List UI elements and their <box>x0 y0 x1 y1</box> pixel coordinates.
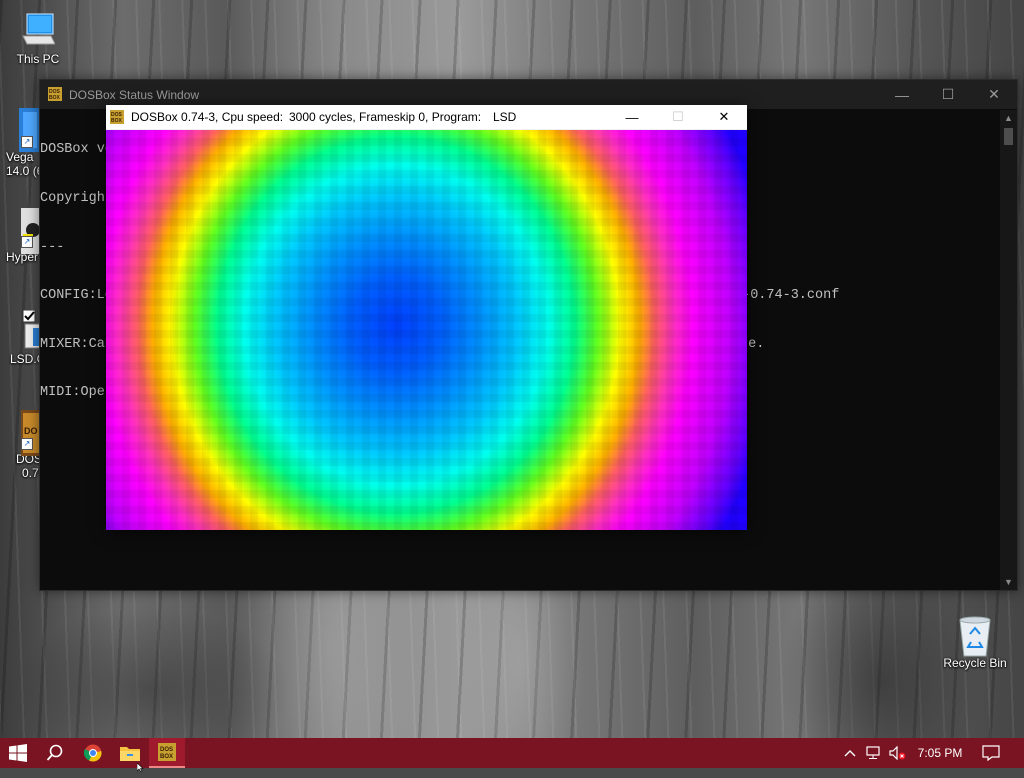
network-icon <box>866 746 880 759</box>
maximize-button[interactable]: ☐ <box>655 105 701 129</box>
dosbox-title-cycles: 3000 cycles, Frameskip 0, Program: <box>289 110 482 124</box>
shortcut-arrow-icon: ↗ <box>21 236 33 248</box>
hyper-icon: ↗ <box>7 208 41 254</box>
shortcut-arrow-icon: ↗ <box>21 136 33 148</box>
minimize-button[interactable]: — <box>879 80 925 109</box>
desktop-icon-label: This PC <box>16 52 60 66</box>
taskbar: DOS BOX 7:05 PM <box>0 738 1024 768</box>
emulator-screen[interactable] <box>106 130 747 530</box>
mouse-cursor <box>136 760 147 778</box>
scroll-up-icon[interactable]: ▲ <box>1000 110 1017 126</box>
status-window-title: DOSBox Status Window <box>69 88 200 102</box>
scrollbar-thumb[interactable] <box>1004 128 1013 145</box>
minimize-button[interactable]: — <box>609 105 655 129</box>
batch-file-icon <box>7 309 42 350</box>
vegas-icon: ↗ <box>7 108 41 152</box>
dosbox-window-titlebar[interactable]: DOS BOX DOSBox 0.74-3, Cpu speed: 3000 cy… <box>106 105 747 130</box>
network-button[interactable] <box>862 738 886 768</box>
desktop-icon-this-pc[interactable]: This PC <box>0 10 76 66</box>
shortcut-arrow-icon: ↗ <box>21 438 33 450</box>
start-button[interactable] <box>0 738 36 768</box>
svg-text:DO: DO <box>24 426 38 436</box>
volume-button[interactable] <box>886 738 910 768</box>
clock[interactable]: 7:05 PM <box>910 738 970 768</box>
taskbar-dosbox[interactable]: DOS BOX <box>149 738 185 768</box>
scroll-down-icon[interactable]: ▼ <box>1000 574 1017 590</box>
chevron-up-icon <box>844 750 856 757</box>
close-button[interactable]: ✕ <box>701 105 747 129</box>
recycle-bin-icon <box>958 614 992 657</box>
svg-text:BOX: BOX <box>111 118 123 124</box>
dosbox-app-icon: DOS BOX <box>48 87 62 101</box>
volume-muted-icon <box>889 746 906 760</box>
computer-icon <box>21 10 56 50</box>
windows-logo-icon <box>9 744 27 762</box>
show-hidden-icons-button[interactable] <box>838 738 862 768</box>
dosbox-icon: DOS BOX <box>158 743 176 761</box>
vertical-scrollbar[interactable]: ▲ ▼ <box>1000 110 1017 590</box>
taskbar-chrome[interactable] <box>75 738 111 768</box>
search-icon <box>46 744 63 761</box>
svg-text:DOS: DOS <box>160 747 173 753</box>
notification-icon <box>982 745 1000 761</box>
desktop-icon-label: Recycle Bin <box>943 656 1007 670</box>
dosbox-title-program: LSD <box>493 110 517 124</box>
desktop-icon-recycle-bin[interactable]: Recycle Bin <box>937 614 1013 670</box>
close-button[interactable]: ✕ <box>971 80 1017 109</box>
dosbox-icon: DO ↗ <box>7 410 43 456</box>
svg-text:BOX: BOX <box>49 95 61 101</box>
dosbox-app-icon: DOS BOX <box>110 110 124 124</box>
action-center-button[interactable] <box>976 738 1006 768</box>
folder-icon <box>120 747 140 761</box>
maximize-button[interactable]: ☐ <box>925 80 971 109</box>
svg-text:BOX: BOX <box>160 754 173 760</box>
dosbox-title-version: DOSBox 0.74-3, Cpu speed: <box>131 110 284 124</box>
search-button[interactable] <box>37 738 73 768</box>
chrome-icon <box>84 744 102 762</box>
dosbox-window[interactable]: DOS BOX DOSBox 0.74-3, Cpu speed: 3000 cy… <box>106 105 747 530</box>
